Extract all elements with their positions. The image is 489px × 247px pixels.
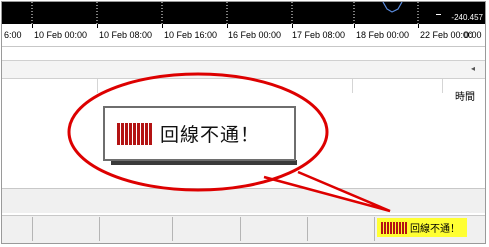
callout-text: 回線不通！ <box>160 125 261 146</box>
callout-zoom-box: 回線不通！ <box>103 106 296 161</box>
connection-bars-icon <box>117 122 152 145</box>
terminal-window: -240.457 6:00 10 Feb 00:00 10 Feb 08:00 … <box>1 1 486 244</box>
